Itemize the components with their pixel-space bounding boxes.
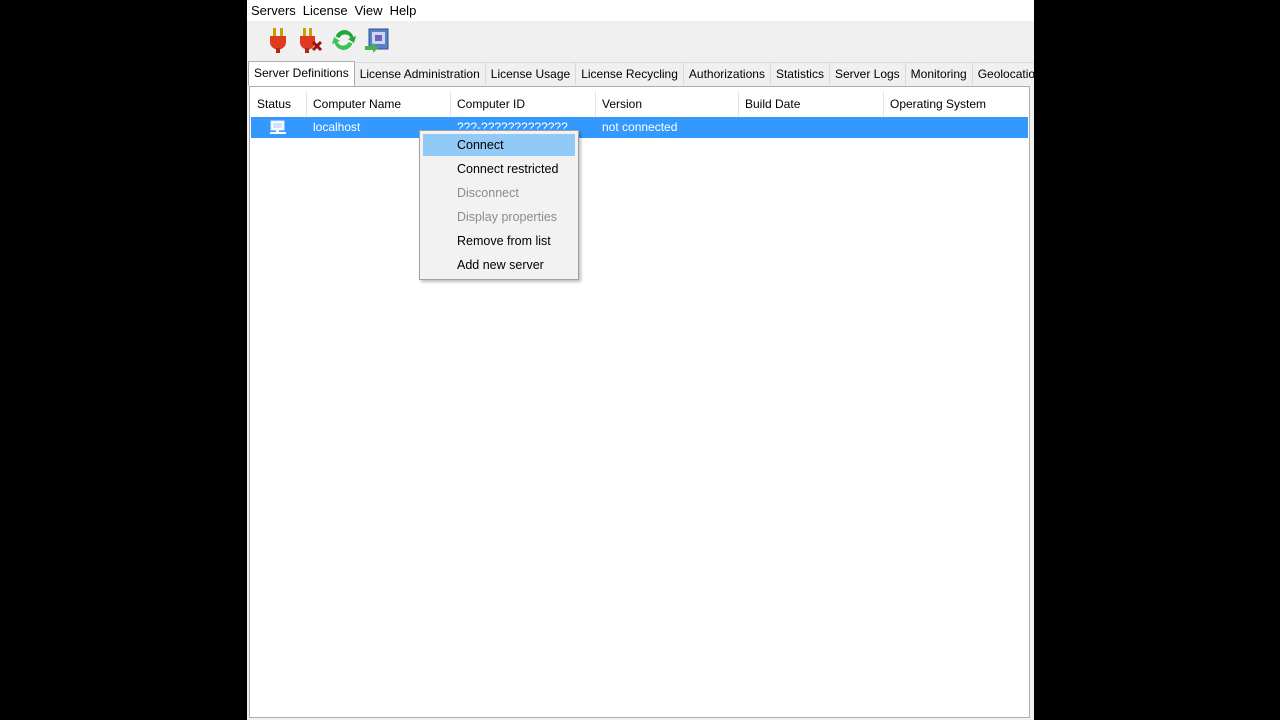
column-version[interactable]: Version — [596, 91, 739, 117]
refresh-icon — [332, 30, 356, 50]
table-header: Status Computer Name Computer ID Version… — [251, 91, 1027, 117]
connect-plug-icon — [270, 28, 286, 53]
status-cell — [251, 117, 307, 138]
tab-server-logs[interactable]: Server Logs — [829, 62, 906, 85]
tab-geolocation[interactable]: Geolocation — [972, 62, 1034, 85]
menu-bar: Servers License View Help — [247, 0, 1034, 21]
os-cell — [884, 117, 1027, 138]
column-status[interactable]: Status — [251, 91, 307, 117]
disconnect-button[interactable] — [296, 25, 326, 55]
properties-button[interactable] — [362, 25, 392, 55]
column-operating-system[interactable]: Operating System — [884, 91, 1027, 117]
toolbar — [247, 22, 1034, 58]
build-date-cell — [739, 117, 884, 138]
server-list-panel: Status Computer Name Computer ID Version… — [249, 86, 1030, 718]
tab-bar: Server Definitions License Administratio… — [248, 61, 1034, 86]
tab-license-recycling[interactable]: License Recycling — [576, 62, 684, 85]
app-window: Servers License View Help Server Definit… — [247, 0, 1034, 720]
version-cell: not connected — [602, 120, 678, 134]
column-computer-id[interactable]: Computer ID — [451, 91, 596, 117]
tab-license-usage[interactable]: License Usage — [485, 62, 577, 85]
menu-item-display-properties: Display properties — [457, 210, 558, 224]
refresh-button[interactable] — [329, 25, 359, 55]
column-computer-name[interactable]: Computer Name — [307, 91, 451, 117]
disconnect-plug-icon — [300, 28, 323, 53]
menu-item-add-new-server[interactable]: Add new server — [423, 254, 575, 276]
connect-button[interactable] — [263, 25, 293, 55]
properties-icon — [365, 28, 389, 53]
menu-view[interactable]: View — [352, 0, 386, 21]
column-build-date[interactable]: Build Date — [739, 91, 884, 117]
tab-authorizations[interactable]: Authorizations — [683, 62, 771, 85]
menu-servers[interactable]: Servers — [248, 0, 299, 21]
menu-item-connect-restricted[interactable]: Connect restricted — [423, 158, 575, 180]
computer-icon — [270, 120, 286, 134]
context-menu: Connect Connect restricted Disconnect Di… — [419, 130, 579, 280]
table-row[interactable]: localhost ???-????????????? not connecte… — [251, 117, 1028, 138]
menu-license[interactable]: License — [300, 0, 351, 21]
menu-item-disconnect: Disconnect — [457, 186, 519, 200]
menu-help[interactable]: Help — [387, 0, 420, 21]
tab-statistics[interactable]: Statistics — [770, 62, 830, 85]
tab-monitoring[interactable]: Monitoring — [905, 62, 973, 85]
tab-server-definitions[interactable]: Server Definitions — [248, 61, 355, 86]
menu-item-remove-from-list[interactable]: Remove from list — [423, 230, 575, 252]
menu-item-connect[interactable]: Connect — [423, 134, 575, 156]
tab-license-administration[interactable]: License Administration — [354, 62, 486, 85]
